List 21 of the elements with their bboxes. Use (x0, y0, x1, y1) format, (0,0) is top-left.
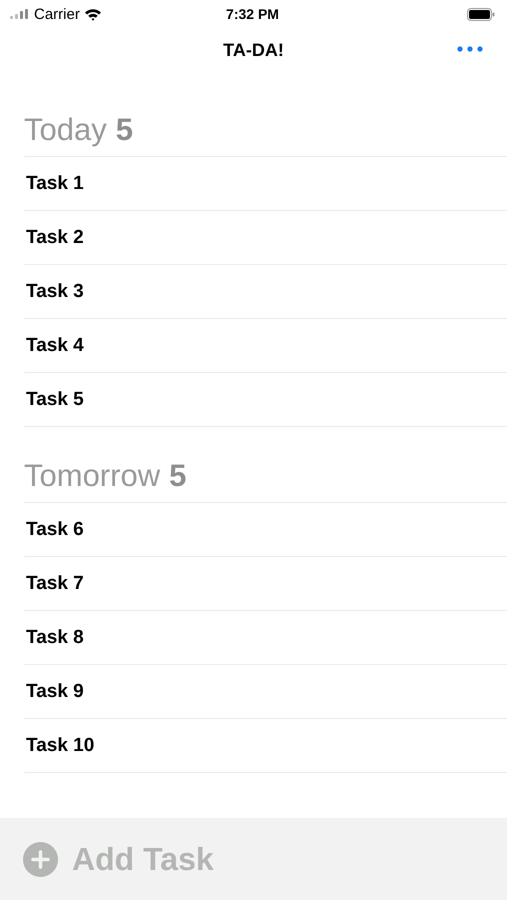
task-row[interactable]: Task 3 (24, 280, 84, 302)
task-row[interactable]: Task 4 (24, 334, 84, 356)
task-row[interactable]: Task 1 (24, 172, 84, 194)
section-title: Today (24, 112, 107, 148)
section-count: 5 (169, 458, 186, 494)
task-row[interactable]: Task 6 (24, 518, 84, 540)
task-row[interactable]: Task 7 (24, 572, 84, 594)
plus-icon (23, 842, 58, 876)
section-count: 5 (116, 112, 133, 148)
wifi-icon (84, 8, 102, 20)
task-row[interactable]: Task 2 (24, 226, 84, 248)
carrier-label: Carrier (34, 6, 80, 22)
time-label: 7:32 PM (226, 6, 279, 22)
nav-title: TA-DA! (223, 40, 284, 61)
battery-icon (467, 8, 496, 20)
signal-icon (10, 9, 30, 19)
task-row[interactable]: Task 8 (24, 626, 84, 648)
task-row[interactable]: Task 9 (24, 680, 84, 702)
section-title: Tomorrow (24, 458, 160, 494)
task-row[interactable]: Task 10 (24, 734, 94, 756)
task-row[interactable]: Task 5 (24, 388, 84, 410)
